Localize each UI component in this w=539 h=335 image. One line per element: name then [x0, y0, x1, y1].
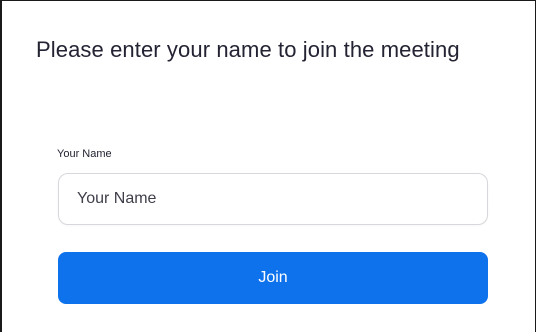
join-button[interactable]: Join [58, 252, 488, 304]
page-title: Please enter your name to join the meeti… [36, 37, 460, 62]
name-input[interactable] [58, 173, 488, 225]
name-field-label: Your Name [57, 148, 112, 160]
join-meeting-panel: Please enter your name to join the meeti… [0, 0, 536, 332]
